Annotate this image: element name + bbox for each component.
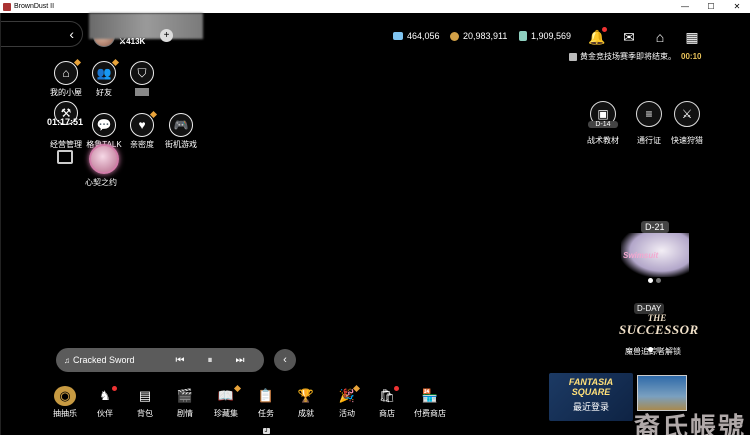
- bag-icon: ▤: [138, 388, 152, 403]
- gold-coin-icon: [450, 31, 459, 41]
- storefront-icon: 🏪: [421, 388, 439, 403]
- pass-button[interactable]: ≡ 通行证: [634, 101, 664, 146]
- pause-icon[interactable]: ⏸: [195, 355, 225, 366]
- fantasia-logo-line1: FANTASIA: [568, 377, 614, 387]
- mail-icon[interactable]: ✉: [618, 27, 640, 47]
- watermark-text: 裔氏帳號: [634, 413, 747, 435]
- clipboard-icon: 📋: [257, 388, 275, 403]
- prev-track-icon[interactable]: ⏮: [165, 355, 195, 366]
- guild-button[interactable]: ⛉: [127, 61, 157, 96]
- collection-button[interactable]: 📖 珍藏集: [209, 384, 243, 419]
- music-note-icon: ♫: [64, 355, 70, 365]
- combat-power: ⚔413K: [119, 37, 146, 46]
- crystal-icon: [393, 32, 403, 40]
- song-title: Cracked Sword: [73, 355, 135, 365]
- potion-icon: [519, 31, 527, 41]
- tactics-stage-badge: D-14: [588, 121, 618, 128]
- clapper-icon: 🎬: [176, 388, 194, 403]
- collapse-arrow-icon[interactable]: ‹: [274, 349, 296, 371]
- bag-button[interactable]: ▤ 背包: [128, 386, 162, 419]
- username-blurred: [89, 13, 203, 39]
- game-viewport: ‹ ⚔413K + 464,056 20,983,911 1,909,569 🔔…: [0, 13, 750, 435]
- fantasia-logo-line2: SQUARE: [571, 387, 611, 397]
- notice-timer: 00:10: [681, 52, 702, 61]
- maximize-button[interactable]: ☐: [698, 0, 724, 13]
- pass-icon: ≡: [636, 101, 662, 127]
- my-house-button[interactable]: ⌂ 我的小屋: [50, 58, 82, 98]
- back-bar: ‹: [1, 21, 83, 47]
- gamepad-icon: 🎮: [169, 113, 193, 137]
- story-button[interactable]: 🎬 剧情: [168, 386, 202, 419]
- window-title: BrownDust II: [14, 3, 55, 10]
- intimacy-button[interactable]: ♥ 亲密度: [127, 110, 158, 150]
- currency-crystal[interactable]: 464,056: [393, 31, 440, 41]
- app-icon: [3, 2, 11, 11]
- home-icon[interactable]: ⌂: [649, 27, 671, 47]
- events-button[interactable]: 🎉 活动: [330, 384, 364, 419]
- grid-menu-icon[interactable]: ▦: [681, 27, 703, 47]
- quests-button[interactable]: 📋 任务 J: [249, 386, 283, 435]
- partners-button[interactable]: ♞ 伙伴: [88, 386, 122, 419]
- area-thumbnail[interactable]: [637, 375, 687, 411]
- shop-button[interactable]: 🛍 商店: [370, 386, 404, 419]
- event-d21-banner[interactable]: D-21 Swimsuit: [619, 221, 697, 279]
- gacha-button[interactable]: ◉ 抽抽乐: [48, 386, 82, 419]
- close-button[interactable]: ✕: [724, 0, 750, 13]
- next-track-icon[interactable]: ⏭: [225, 355, 255, 366]
- quick-hunt-button[interactable]: ⚔ 快速狩猎: [671, 101, 703, 146]
- heart-icon: ♥: [130, 113, 154, 137]
- heart-pact-avatar[interactable]: [89, 144, 119, 174]
- quests-key-hint: J: [262, 428, 270, 434]
- paid-shop-button[interactable]: 🏪 付费商店: [413, 386, 447, 419]
- trophy-icon: 🏆: [297, 388, 315, 403]
- scan-icon[interactable]: [57, 150, 73, 164]
- profile-plus-icon[interactable]: +: [160, 29, 173, 42]
- friends-button[interactable]: 👥 好友: [89, 58, 120, 98]
- notice-icon: [569, 52, 577, 61]
- tactics-button[interactable]: ▣ D-14 战术教材: [587, 101, 619, 146]
- management-timer: 01:17:51: [47, 117, 84, 127]
- carousel-dots-2[interactable]: [648, 347, 661, 352]
- currency-potion[interactable]: 1,909,569: [519, 31, 571, 41]
- guild-banner-icon: ⛉: [130, 61, 154, 85]
- bell-icon[interactable]: 🔔: [586, 27, 608, 47]
- heart-pact-label: 心契之约: [85, 178, 117, 187]
- chat-icon: 💬: [92, 113, 116, 137]
- successor-logo[interactable]: THE SUCCESSOR: [619, 314, 698, 337]
- back-icon[interactable]: ‹: [69, 26, 74, 42]
- fantasia-square-button[interactable]: FANTASIA SQUARE 最近登录: [549, 373, 633, 421]
- arcade-button[interactable]: 🎮 街机游戏: [165, 113, 197, 150]
- fantasia-label: 最近登录: [572, 402, 609, 412]
- minimize-button[interactable]: —: [672, 0, 698, 13]
- carousel-dots-1[interactable]: [648, 278, 661, 283]
- currency-gold[interactable]: 20,983,911: [450, 31, 507, 41]
- season-notice: 黄金竞技场赛季即将结束。 00:10: [569, 51, 701, 62]
- event-d21-tag: D-21: [641, 221, 669, 233]
- gacha-icon: ◉: [54, 386, 76, 406]
- house-icon: ⌂: [54, 61, 78, 85]
- friends-icon: 👥: [92, 61, 116, 85]
- music-player: ♫ Cracked Sword ⏮ ⏸ ⏭: [56, 348, 264, 372]
- achievements-button[interactable]: 🏆 成就: [289, 386, 323, 419]
- swords-icon: ⚔: [674, 101, 700, 127]
- window-titlebar: BrownDust II — ☐ ✕: [0, 0, 750, 13]
- event-d21-text: Swimsuit: [623, 251, 659, 260]
